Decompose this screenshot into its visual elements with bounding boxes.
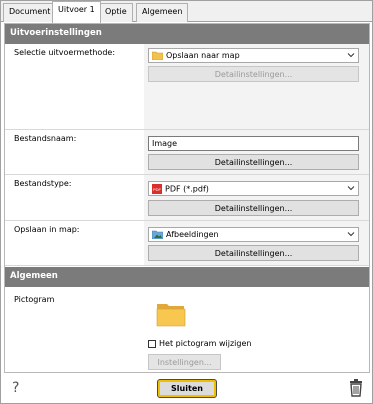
tab-algemeen[interactable]: Algemeen <box>136 3 189 22</box>
filetype-label: Bestandstype: <box>5 175 144 220</box>
chevron-down-icon <box>347 53 355 58</box>
settings-panel: Uitvoerinstellingen Selectie uitvoermeth… <box>4 23 370 373</box>
row-icon: Pictogram Het pictogram wijzigen Instell… <box>5 287 369 372</box>
change-icon-checkbox[interactable]: Het pictogram wijzigen <box>148 339 251 348</box>
tab-optie[interactable]: Optie <box>99 3 133 22</box>
dialog-footer: ? Sluiten <box>1 375 372 403</box>
svg-text:PDF: PDF <box>153 187 162 192</box>
scan-settings-window: Document Uitvoer 1 Optie Algemeen Uitvoe… <box>0 0 373 404</box>
section-header-output: Uitvoerinstellingen <box>5 24 369 44</box>
tab-bar: Document Uitvoer 1 Optie Algemeen <box>1 1 372 23</box>
row-filename: Bestandsnaam: Image Detailinstellingen..… <box>5 130 369 175</box>
output-method-select[interactable]: Opslaan naar map <box>148 48 359 63</box>
filetype-value: PDF (*.pdf) <box>165 184 209 194</box>
row-filetype: Bestandstype: PDF PDF (*.pdf) Detailinst… <box>5 175 369 221</box>
filetype-select[interactable]: PDF PDF (*.pdf) <box>148 181 359 196</box>
checkbox-box[interactable] <box>148 339 156 348</box>
filetype-details-button[interactable]: Detailinstellingen... <box>148 200 359 216</box>
icon-label: Pictogram <box>5 287 144 372</box>
row-folder: Opslaan in map: Afbeeldingen Detailinste… <box>5 221 369 266</box>
output-method-details-button[interactable]: Detailinstellingen... <box>148 66 359 82</box>
close-button[interactable]: Sluiten <box>157 379 217 398</box>
filename-label: Bestandsnaam: <box>5 130 144 174</box>
pdf-icon: PDF <box>152 184 162 194</box>
trash-icon[interactable] <box>349 379 363 397</box>
folder-details-button[interactable]: Detailinstellingen... <box>148 245 359 261</box>
chevron-down-icon <box>347 232 355 237</box>
folder-select[interactable]: Afbeeldingen <box>148 227 359 242</box>
change-icon-label: Het pictogram wijzigen <box>159 339 252 348</box>
pictures-folder-icon <box>152 230 163 239</box>
tab-document[interactable]: Document <box>3 3 57 22</box>
row-output-method: Selectie uitvoermethode: Opslaan naar ma… <box>5 44 369 130</box>
output-method-value: Opslaan naar map <box>166 51 240 60</box>
tab-uitvoer-1[interactable]: Uitvoer 1 <box>52 1 101 23</box>
filename-input[interactable]: Image <box>148 136 359 151</box>
output-method-label: Selectie uitvoermethode: <box>5 44 144 129</box>
chevron-down-icon <box>347 186 355 191</box>
folder-icon <box>152 51 163 60</box>
icon-settings-button[interactable]: Instellingen... <box>148 354 221 370</box>
section-header-general: Algemeen <box>5 267 369 287</box>
filename-details-button[interactable]: Detailinstellingen... <box>148 154 359 170</box>
help-icon[interactable]: ? <box>12 380 19 396</box>
folder-large-icon <box>156 304 186 327</box>
folder-label: Opslaan in map: <box>5 221 144 265</box>
folder-value: Afbeeldingen <box>166 230 219 239</box>
